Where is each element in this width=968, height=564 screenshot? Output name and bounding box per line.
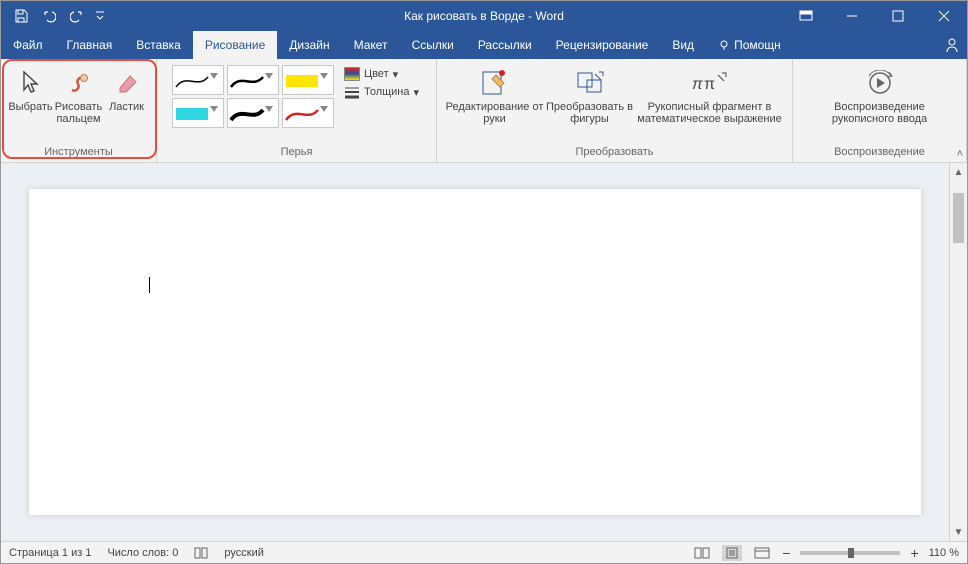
qat-customize[interactable] — [91, 2, 109, 30]
tab-file[interactable]: Файл — [1, 31, 55, 59]
ink-to-math-button[interactable]: ππ Рукописный фрагмент в математическое … — [635, 63, 785, 125]
select-button[interactable]: Выбрать — [7, 63, 55, 113]
group-convert-label: Преобразовать — [575, 146, 653, 160]
scroll-down-button[interactable]: ▼ — [950, 523, 967, 541]
svg-text:π: π — [692, 76, 703, 93]
vertical-scrollbar[interactable]: ▲ ▼ — [949, 163, 967, 541]
ribbon-tabs: Файл Главная Вставка Рисование Дизайн Ма… — [1, 31, 967, 59]
scroll-up-button[interactable]: ▲ — [950, 163, 967, 181]
status-bar: Страница 1 из 1 Число слов: 0 русский − … — [1, 541, 967, 563]
replay-icon — [865, 67, 895, 99]
zoom-in-button[interactable]: + — [910, 545, 918, 561]
tab-view[interactable]: Вид — [660, 31, 706, 59]
window-controls — [783, 1, 967, 31]
view-read-mode[interactable] — [692, 545, 712, 561]
tab-draw[interactable]: Рисование — [193, 31, 277, 59]
document-page[interactable] — [29, 189, 921, 515]
math-icon: ππ — [692, 67, 728, 99]
text-cursor — [149, 277, 150, 293]
group-tools-label: Инструменты — [44, 146, 113, 160]
tab-tell-me[interactable]: Помощн — [706, 31, 793, 59]
tab-references[interactable]: Ссылки — [400, 31, 466, 59]
thickness-icon — [344, 85, 360, 99]
pen-yellow-highlight[interactable] — [282, 65, 334, 95]
group-tools: Выбрать Рисовать пальцем Ластик Инструме… — [1, 59, 157, 162]
tab-design[interactable]: Дизайн — [277, 31, 341, 59]
ink-editor-button[interactable]: Редактирование от руки — [445, 63, 545, 125]
tab-review[interactable]: Рецензирование — [544, 31, 661, 59]
view-web-layout[interactable] — [752, 545, 772, 561]
status-spellcheck[interactable] — [194, 547, 208, 559]
window-title: Как рисовать в Ворде - Word — [404, 9, 564, 23]
finger-draw-icon — [66, 67, 92, 99]
share-button[interactable] — [943, 36, 961, 54]
chevron-down-icon: ▾ — [393, 68, 399, 81]
ribbon: Выбрать Рисовать пальцем Ластик Инструме… — [1, 59, 967, 163]
group-replay-label: Воспроизведение — [834, 146, 925, 160]
workspace: ▲ ▼ — [1, 163, 967, 541]
undo-button[interactable] — [35, 2, 63, 30]
title-bar: Как рисовать в Ворде - Word — [1, 1, 967, 31]
book-icon — [194, 547, 208, 559]
close-button[interactable] — [921, 1, 967, 31]
pen-cyan-highlight[interactable] — [172, 98, 224, 128]
ink-editor-icon — [480, 67, 510, 99]
pen-black-thin[interactable] — [172, 65, 224, 95]
group-convert: Редактирование от руки Преобразовать в ф… — [437, 59, 793, 162]
eraser-button[interactable]: Ластик — [103, 63, 151, 113]
shapes-icon — [575, 67, 605, 99]
view-print-layout[interactable] — [722, 545, 742, 561]
pen-black-thick[interactable] — [227, 98, 279, 128]
minimize-button[interactable] — [829, 1, 875, 31]
svg-text:π: π — [704, 76, 715, 93]
pen-thickness-dropdown[interactable]: Толщина ▾ — [344, 85, 419, 99]
tab-mailings[interactable]: Рассылки — [466, 31, 544, 59]
ink-to-shape-button[interactable]: Преобразовать в фигуры — [545, 63, 635, 125]
zoom-out-button[interactable]: − — [782, 545, 790, 561]
zoom-slider[interactable] — [800, 551, 900, 555]
zoom-level[interactable]: 110 % — [929, 547, 959, 559]
tab-layout[interactable]: Макет — [342, 31, 400, 59]
color-swatch-icon — [344, 67, 360, 81]
pen-red[interactable] — [282, 98, 334, 128]
chevron-down-icon: ▾ — [414, 86, 420, 99]
quick-access-toolbar — [1, 1, 109, 31]
draw-touch-button[interactable]: Рисовать пальцем — [55, 63, 103, 125]
eraser-icon — [114, 67, 140, 99]
redo-button[interactable] — [63, 2, 91, 30]
cursor-icon — [20, 67, 42, 99]
tab-home[interactable]: Главная — [55, 31, 125, 59]
group-pens: Цвет ▾ Толщина ▾ Перья — [157, 59, 437, 162]
document-area[interactable] — [1, 163, 949, 541]
pen-gallery[interactable] — [170, 63, 336, 130]
status-word-count[interactable]: Число слов: 0 — [107, 547, 178, 559]
scroll-thumb[interactable] — [953, 193, 964, 243]
save-button[interactable] — [7, 2, 35, 30]
pen-black-med[interactable] — [227, 65, 279, 95]
group-pens-label: Перья — [281, 146, 313, 160]
collapse-ribbon-button[interactable]: ˄ — [957, 148, 963, 160]
status-page[interactable]: Страница 1 из 1 — [9, 547, 91, 559]
tab-insert[interactable]: Вставка — [124, 31, 193, 59]
maximize-button[interactable] — [875, 1, 921, 31]
ribbon-display-button[interactable] — [783, 1, 829, 31]
status-language[interactable]: русский — [224, 547, 263, 559]
group-replay: Воспроизведение рукописного ввода Воспро… — [793, 59, 967, 162]
lightbulb-icon — [718, 39, 730, 51]
ink-replay-button[interactable]: Воспроизведение рукописного ввода — [825, 63, 935, 125]
pen-color-dropdown[interactable]: Цвет ▾ — [344, 67, 419, 81]
